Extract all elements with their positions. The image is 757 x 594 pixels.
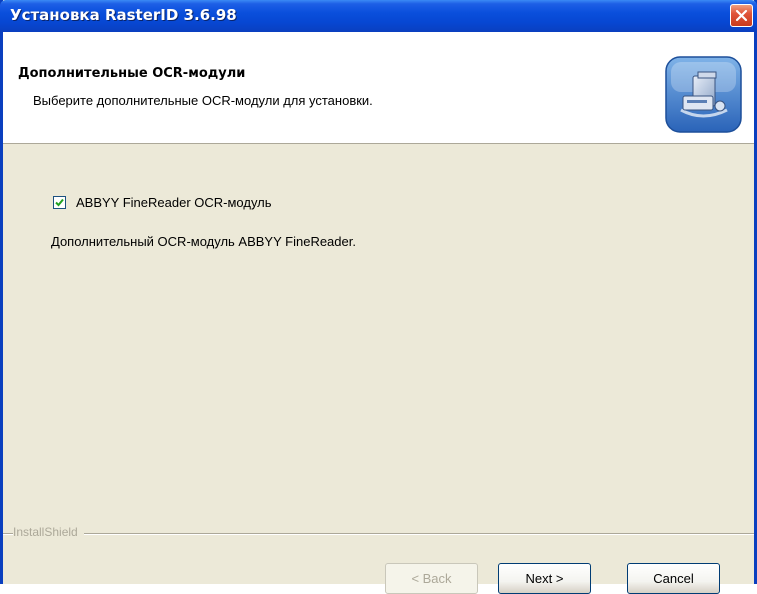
cancel-button[interactable]: Cancel <box>627 563 720 594</box>
next-button[interactable]: Next > <box>498 563 591 594</box>
header-subtitle: Выберите дополнительные OCR-модули для у… <box>33 93 373 108</box>
checkmark-icon <box>55 198 64 207</box>
abbyy-finereader-label[interactable]: ABBYY FineReader OCR-модуль <box>76 195 272 210</box>
back-button[interactable]: < Back <box>385 563 478 594</box>
installer-computer-icon <box>665 56 742 133</box>
installer-window: Установка RasterID 3.6.98 Дополнительные… <box>0 0 757 594</box>
option-description: Дополнительный OCR-модуль ABBYY FineRead… <box>51 234 356 249</box>
header-title: Дополнительные OCR-модули <box>18 66 246 81</box>
footer-divider <box>3 533 754 535</box>
option-abbyy-finereader[interactable]: ABBYY FineReader OCR-модуль <box>53 194 272 210</box>
close-icon <box>735 9 748 22</box>
wizard-header: Дополнительные OCR-модули Выберите допол… <box>3 32 754 144</box>
installshield-brand: InstallShield <box>13 525 84 539</box>
close-button[interactable] <box>730 4 753 27</box>
abbyy-finereader-checkbox[interactable] <box>53 196 66 210</box>
title-bar[interactable]: Установка RasterID 3.6.98 <box>0 0 757 32</box>
window-title: Установка RasterID 3.6.98 <box>10 6 237 24</box>
